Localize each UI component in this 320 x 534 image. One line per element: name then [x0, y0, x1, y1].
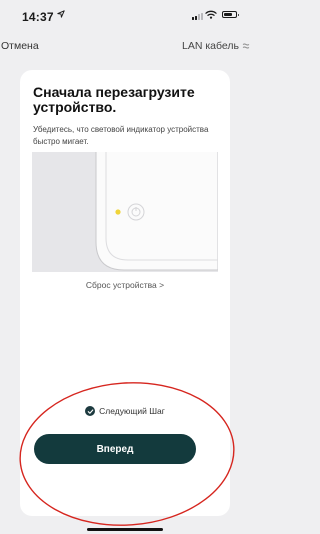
wifi-icon [205, 10, 217, 19]
next-step-confirm[interactable]: Следующий Шаг [20, 406, 230, 416]
check-circle-icon [85, 406, 96, 416]
led-indicator [115, 209, 121, 215]
next-step-label: Следующий Шаг [99, 406, 165, 416]
cancel-button[interactable]: Отмена [1, 40, 39, 52]
battery-icon [222, 11, 239, 18]
connection-mode-label: LAN кабель [182, 40, 239, 52]
home-indicator [87, 528, 163, 531]
device-illustration [32, 152, 218, 272]
device-led-image [95, 152, 218, 271]
instruction-card: Сначала перезагрузите устройство. Убедит… [20, 70, 230, 516]
location-arrow-icon [57, 10, 65, 18]
status-time: 14:37 [22, 10, 54, 24]
reset-device-link[interactable]: Сброс устройства > [20, 280, 230, 290]
connection-mode-selector[interactable]: LAN кабель [182, 40, 250, 52]
instruction-text: Убедитесь, что световой индикатор устрой… [33, 125, 209, 146]
nav-bar: Отмена LAN кабель [0, 40, 250, 58]
page-title: Сначала перезагрузите устройство. [33, 84, 195, 115]
status-bar: 14:37 [0, 0, 250, 30]
cellular-signal-icon [192, 12, 203, 20]
ethernet-icon [242, 43, 250, 49]
forward-button[interactable]: Вперед [34, 434, 196, 464]
device-reset-screen: 14:37 Отмена LAN кабель Сначала перезагр… [0, 0, 250, 534]
